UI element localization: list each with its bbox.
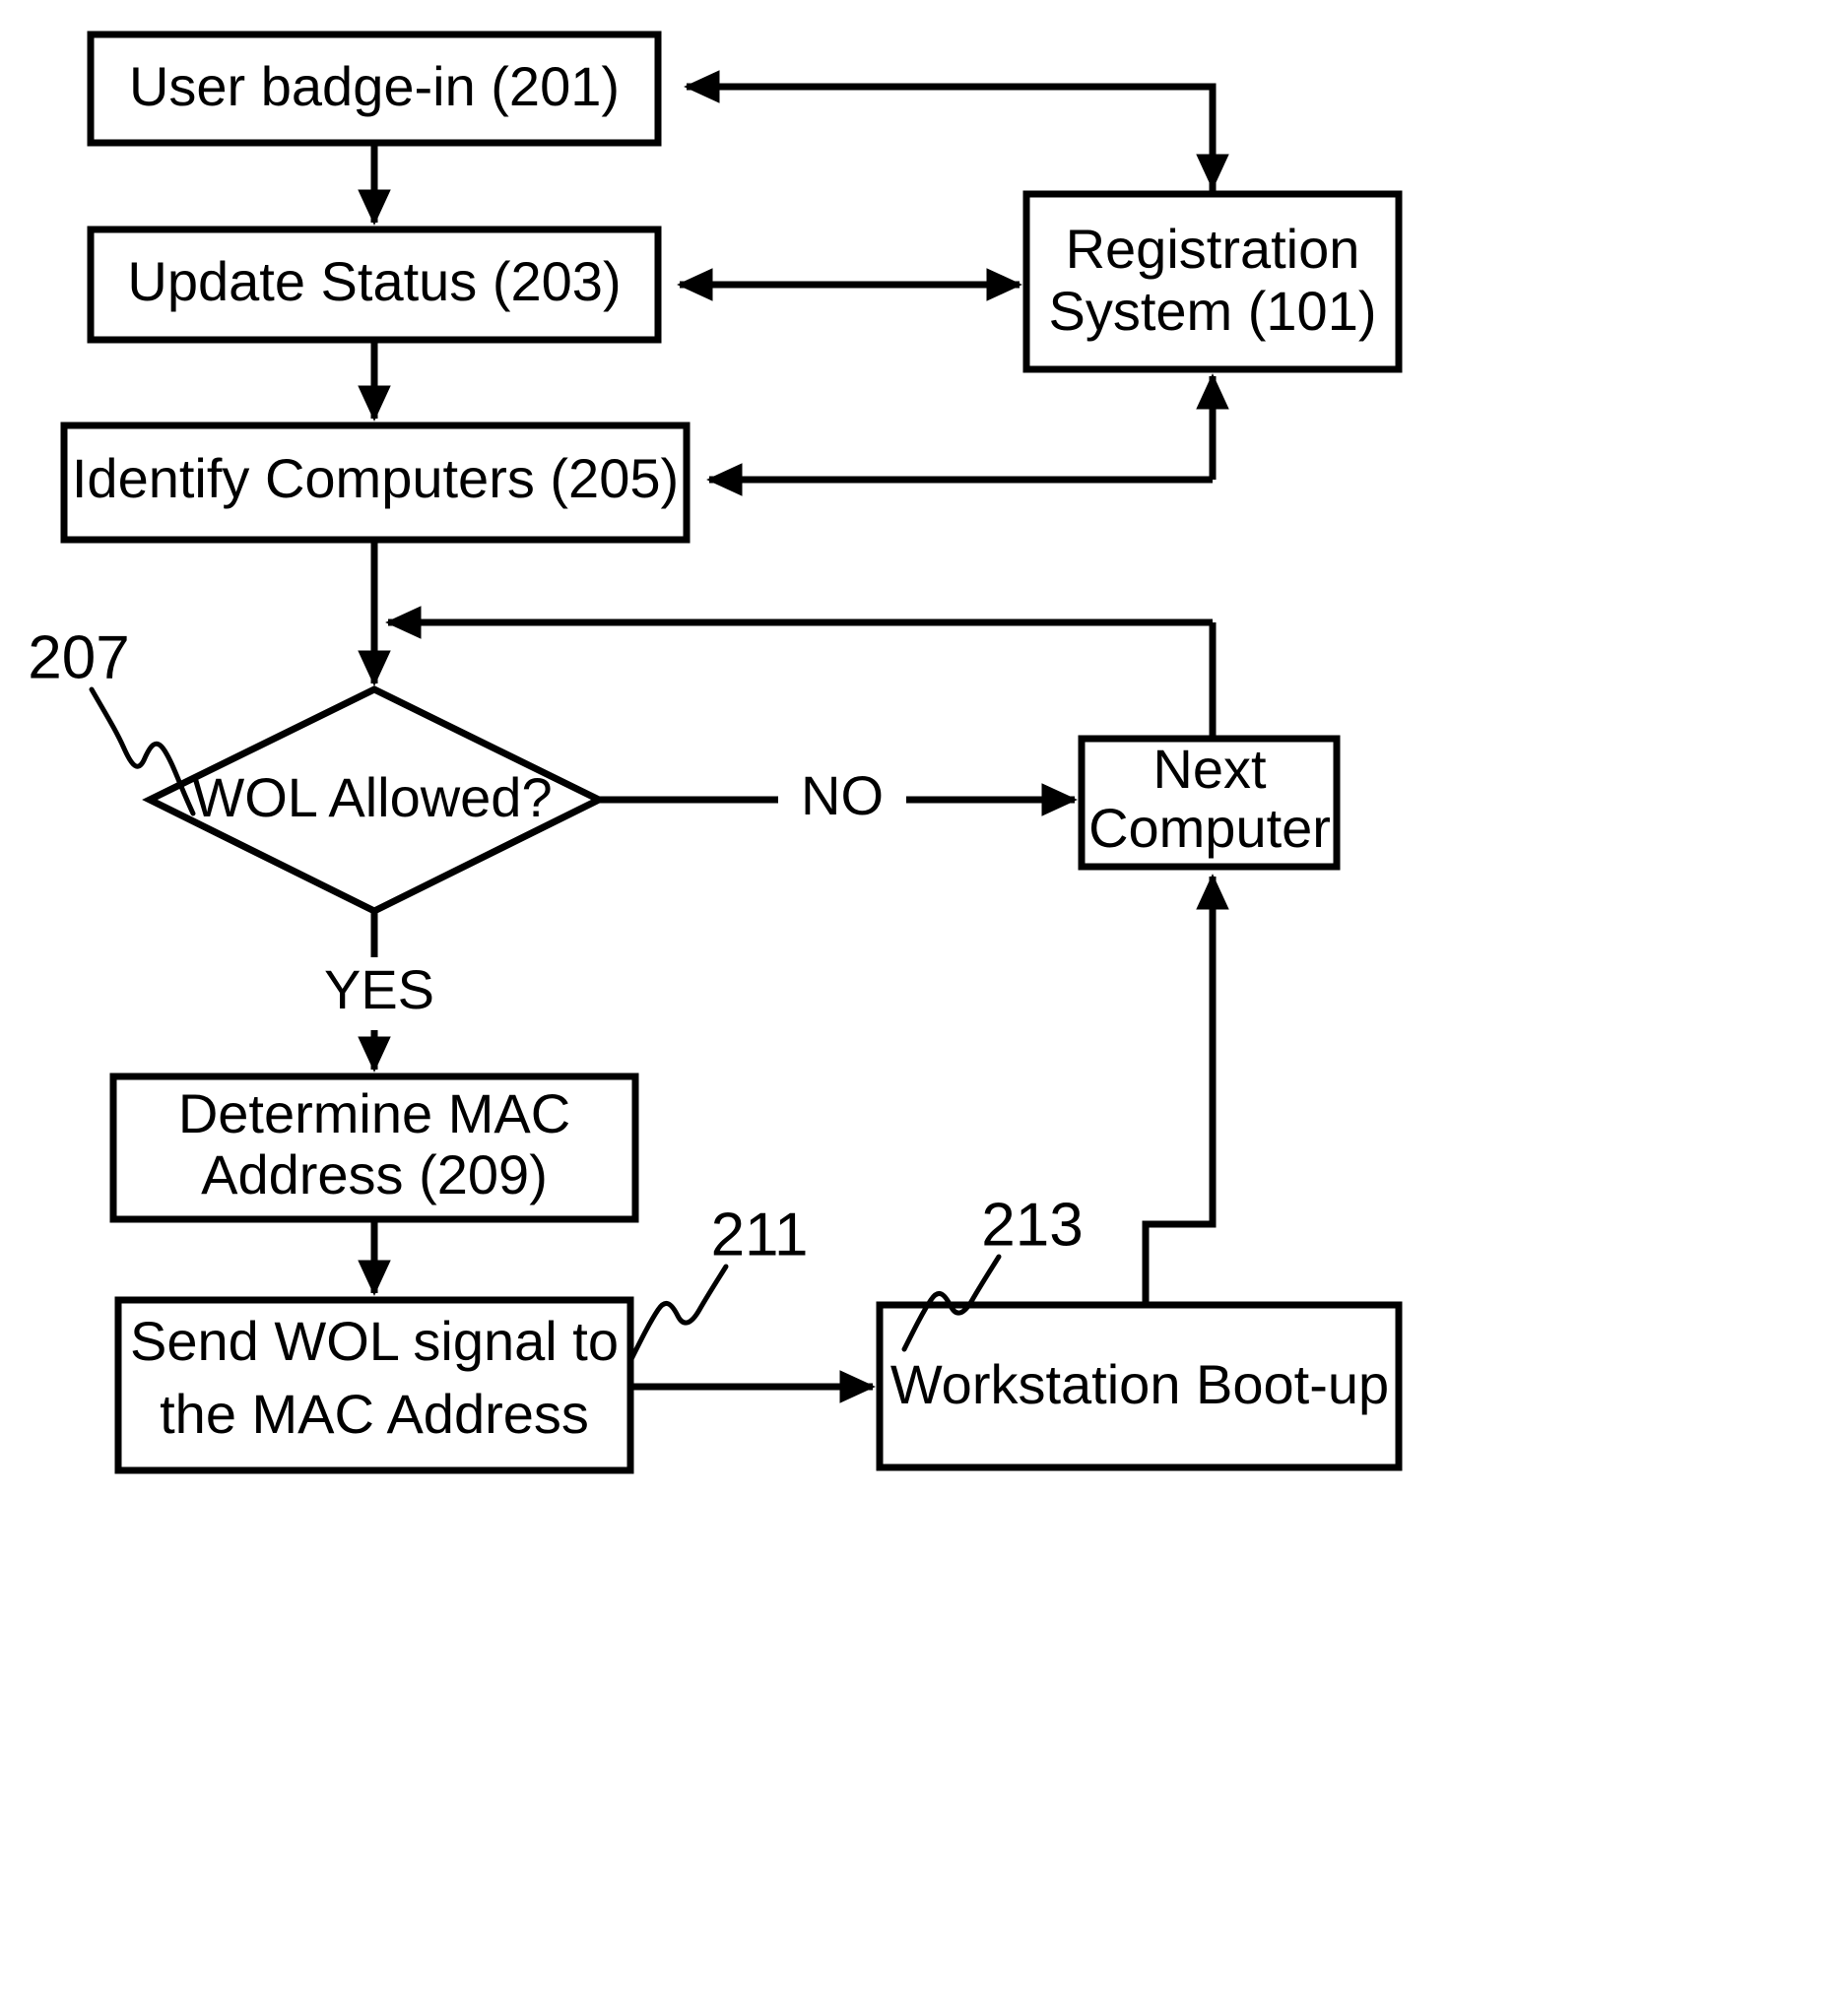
node-user-badge-in-label: User badge-in (201) <box>129 55 620 117</box>
edge-workstation-to-nextcomputer <box>1142 874 1229 1305</box>
edge-label-no: NO <box>801 764 884 826</box>
edge-label-no-group: NO <box>778 763 906 836</box>
node-next-computer-label-line1: Next <box>1152 738 1267 800</box>
node-wol-allowed-label: WOL Allowed? <box>192 766 552 828</box>
node-update-status[interactable]: Update Status (203) <box>87 226 662 344</box>
node-send-wol-label-line1: Send WOL signal to <box>130 1310 619 1372</box>
node-registration-system[interactable]: Registration System (101) <box>1022 190 1403 373</box>
flowchart-figure: User badge-in (201) Update Status (203) … <box>0 0 1843 2016</box>
edge-label-yes-group: YES <box>305 957 453 1030</box>
node-determine-mac-address[interactable]: Determine MAC Address (209) <box>109 1073 639 1223</box>
ref-numeral-211-group: 211 <box>628 1201 809 1362</box>
ref-numeral-207-group: 207 <box>28 623 196 816</box>
leader-line-211 <box>628 1264 729 1362</box>
node-workstation-bootup-label: Workstation Boot-up <box>890 1353 1389 1415</box>
node-determine-mac-label-line1: Determine MAC <box>178 1082 570 1144</box>
node-workstation-bootup[interactable]: Workstation Boot-up <box>876 1301 1403 1471</box>
node-next-computer-label-line2: Computer <box>1088 797 1331 859</box>
edge-label-yes: YES <box>324 958 434 1020</box>
node-next-computer[interactable]: Next Computer <box>1078 735 1341 871</box>
node-registration-system-label-line1: Registration <box>1066 218 1360 280</box>
ref-numeral-207: 207 <box>28 623 129 691</box>
node-determine-mac-label-line2: Address (209) <box>201 1143 548 1205</box>
node-update-status-label: Update Status (203) <box>127 250 621 312</box>
node-send-wol-label-line2: the MAC Address <box>160 1383 589 1445</box>
node-identify-computers-label: Identify Computers (205) <box>72 447 679 509</box>
edge-nextcomputer-to-decision-loop <box>385 606 1217 739</box>
flowchart-canvas: User badge-in (201) Update Status (203) … <box>28 31 1403 1474</box>
node-registration-system-label-line2: System (101) <box>1049 280 1377 342</box>
edge-registration-to-badgein <box>684 70 1217 194</box>
ref-numeral-213: 213 <box>981 1191 1083 1259</box>
edge-registration-to-identify <box>706 373 1229 496</box>
node-send-wol-signal[interactable]: Send WOL signal to the MAC Address <box>114 1296 634 1474</box>
node-identify-computers[interactable]: Identify Computers (205) <box>60 422 691 544</box>
node-wol-allowed-decision[interactable]: WOL Allowed? <box>142 685 607 915</box>
ref-numeral-211: 211 <box>711 1201 809 1268</box>
node-user-badge-in[interactable]: User badge-in (201) <box>87 31 662 147</box>
